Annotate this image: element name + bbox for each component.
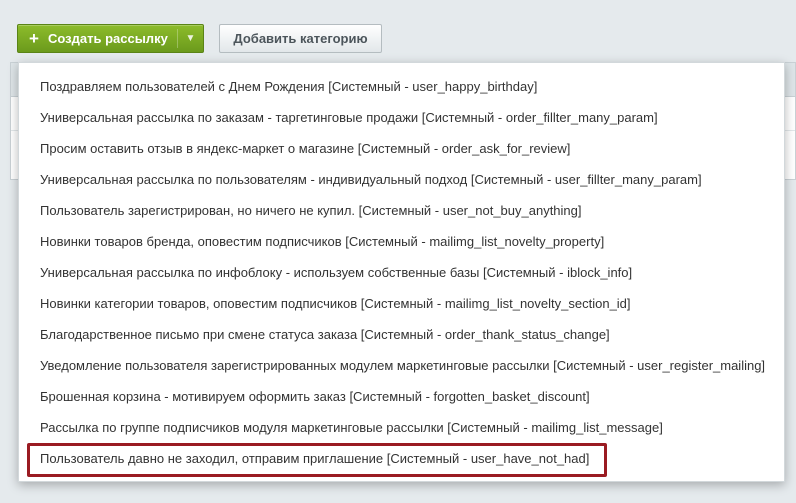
menu-item-user-not-buy-anything[interactable]: Пользователь зарегистрирован, но ничего … <box>19 195 784 226</box>
menu-item-novelty-property[interactable]: Новинки товаров бренда, оповестим подпис… <box>19 226 784 257</box>
mailing-template-dropdown: Поздравляем пользователей с Днем Рождени… <box>18 62 785 482</box>
add-category-button[interactable]: Добавить категорию <box>219 24 382 53</box>
create-mailing-button[interactable]: + Создать рассылку ▼ <box>17 24 204 53</box>
create-mailing-label: Создать рассылку <box>48 31 168 46</box>
toolbar: + Создать рассылку ▼ Добавить категорию <box>0 0 796 62</box>
menu-item-forgotten-basket-discount[interactable]: Брошенная корзина - мотивируем оформить … <box>19 381 784 412</box>
menu-item-order-thank-status-change[interactable]: Благодарственное письмо при смене статус… <box>19 319 784 350</box>
menu-item-order-filter-many-param[interactable]: Универсальная рассылка по заказам - тарг… <box>19 102 784 133</box>
plus-icon: + <box>29 28 39 48</box>
menu-item-mailing-list-message[interactable]: Рассылка по группе подписчиков модуля ма… <box>19 412 784 443</box>
menu-item-iblock-info[interactable]: Универсальная рассылка по инфоблоку - ис… <box>19 257 784 288</box>
menu-item-user-filter-many-param[interactable]: Универсальная рассылка по пользователям … <box>19 164 784 195</box>
menu-item-user-have-not-had[interactable]: Пользователь давно не заходил, отправим … <box>19 443 784 474</box>
menu-item-user-happy-birthday[interactable]: Поздравляем пользователей с Днем Рождени… <box>19 71 784 102</box>
chevron-down-icon[interactable]: ▼ <box>178 33 203 44</box>
menu-item-order-ask-for-review[interactable]: Просим оставить отзыв в яндекс-маркет о … <box>19 133 784 164</box>
menu-item-novelty-section-id[interactable]: Новинки категории товаров, оповестим под… <box>19 288 784 319</box>
menu-item-user-register-mailing[interactable]: Уведомление пользователя зарегистрирован… <box>19 350 784 381</box>
